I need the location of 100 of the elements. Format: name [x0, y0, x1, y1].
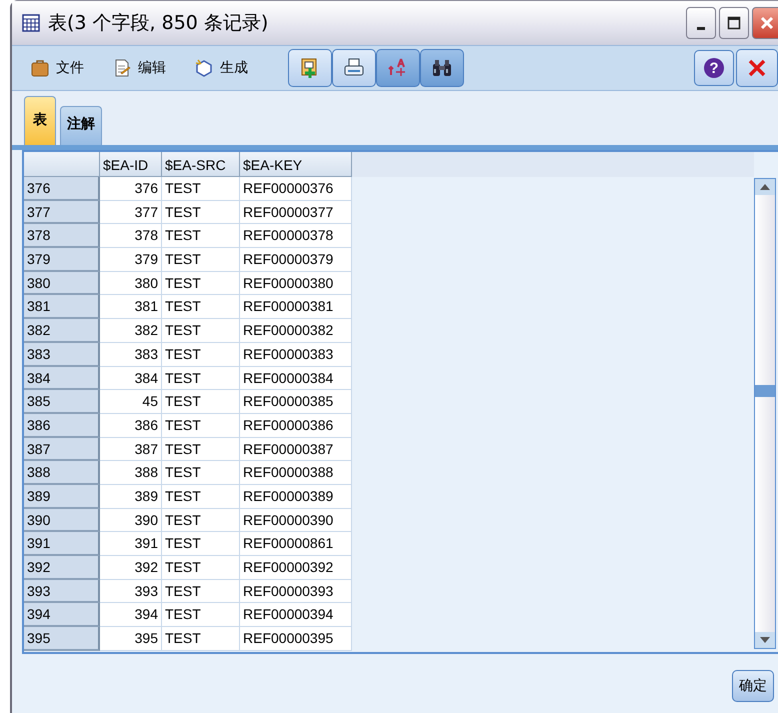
row-header[interactable]: 388	[24, 461, 100, 485]
table-cell: TEST	[162, 580, 240, 604]
row-header[interactable]: 387	[24, 438, 100, 462]
menu-item[interactable]: 编辑	[110, 56, 168, 80]
row-header[interactable]: 392	[24, 556, 100, 580]
table-cell: 392	[100, 556, 162, 580]
printer-button[interactable]	[332, 49, 376, 87]
row-header[interactable]: 391	[24, 532, 100, 556]
row-header[interactable]: 381	[24, 295, 100, 320]
scroll-up-icon[interactable]	[760, 184, 770, 190]
table-cell: 377	[100, 200, 162, 224]
table-cell: TEST	[162, 224, 240, 248]
column-header[interactable]: $EA-SRC	[162, 152, 240, 177]
table-cell: TEST	[162, 200, 240, 224]
table-cell: 387	[100, 438, 162, 462]
table-cell: REF00000376	[240, 177, 352, 201]
ok-button[interactable]: 确定	[732, 670, 774, 702]
row-header[interactable]: 393	[24, 580, 100, 604]
hexagon-icon	[194, 58, 214, 78]
table-cell: REF00000386	[240, 414, 352, 438]
table-cell: 378	[100, 224, 162, 248]
row-header[interactable]: 389	[24, 484, 100, 509]
table-cell: REF00000861	[240, 532, 352, 556]
maximize-button[interactable]	[719, 7, 749, 39]
table-cell: 386	[100, 414, 162, 438]
close-button[interactable]	[752, 7, 778, 39]
table-cell: TEST	[162, 484, 240, 509]
table-cell: 379	[100, 248, 162, 272]
row-header[interactable]: 384	[24, 366, 100, 390]
table-cell: 395	[100, 627, 162, 651]
table-cell: TEST	[162, 603, 240, 628]
binoculars-button[interactable]	[420, 49, 464, 87]
close-icon	[747, 58, 767, 78]
table-cell: TEST	[162, 508, 240, 532]
briefcase-icon	[30, 58, 50, 78]
table-cell: TEST	[162, 248, 240, 272]
row-header[interactable]: 378	[24, 224, 100, 248]
table-cell: 45	[100, 390, 162, 414]
table-cell: TEST	[162, 177, 240, 201]
help-button[interactable]: ?	[694, 50, 734, 86]
table-cell: REF00000378	[240, 224, 352, 248]
tab[interactable]: 表	[24, 96, 56, 145]
column-header[interactable]: $EA-KEY	[240, 152, 352, 177]
scroll-down-icon[interactable]	[760, 637, 770, 643]
close-icon	[760, 16, 774, 30]
table-cell: 394	[100, 603, 162, 628]
add-table-button[interactable]	[288, 49, 332, 87]
table-cell: REF00000388	[240, 461, 352, 485]
table-cell: 381	[100, 295, 162, 320]
table-cell: REF00000394	[240, 603, 352, 628]
table-cell: TEST	[162, 272, 240, 296]
row-header[interactable]: 390	[24, 508, 100, 532]
row-header[interactable]: 385	[24, 390, 100, 414]
scroll-thumb[interactable]	[755, 385, 775, 397]
column-header[interactable]: $EA-ID	[100, 152, 162, 177]
table-cell: REF00000377	[240, 200, 352, 224]
table-cell: REF00000389	[240, 484, 352, 509]
tab[interactable]: 注解	[60, 106, 102, 145]
row-header[interactable]: 376	[24, 177, 100, 201]
menu-item[interactable]: 文件	[28, 56, 86, 80]
table-cell: TEST	[162, 390, 240, 414]
table-cell: REF00000387	[240, 438, 352, 462]
minimize-icon	[697, 26, 705, 30]
table-cell: 391	[100, 532, 162, 556]
row-header[interactable]: 382	[24, 319, 100, 343]
row-header[interactable]: 383	[24, 342, 100, 366]
table-cell: REF00000380	[240, 272, 352, 296]
table-cell: TEST	[162, 627, 240, 651]
table-cell: TEST	[162, 556, 240, 580]
table-cell: REF00000384	[240, 366, 352, 390]
table-cell: TEST	[162, 414, 240, 438]
row-header[interactable]: 394	[24, 603, 100, 628]
table-cell: TEST	[162, 461, 240, 485]
table-cell: REF00000395	[240, 627, 352, 651]
maximize-icon	[727, 16, 741, 30]
table-cell: REF00000381	[240, 295, 352, 320]
row-header[interactable]: 395	[24, 627, 100, 651]
row-header[interactable]: 386	[24, 414, 100, 438]
table-cell: 384	[100, 366, 162, 390]
minimize-button[interactable]	[686, 7, 716, 39]
row-header[interactable]: 380	[24, 272, 100, 296]
close-button[interactable]	[736, 49, 778, 87]
table-cell: REF00000390	[240, 508, 352, 532]
binoculars-icon	[431, 57, 453, 79]
table-cell: TEST	[162, 342, 240, 366]
table-cell: REF00000392	[240, 556, 352, 580]
row-header[interactable]: 379	[24, 248, 100, 272]
table-icon	[22, 14, 40, 32]
table-cell: 388	[100, 461, 162, 485]
table-cell: 382	[100, 319, 162, 343]
table-cell: TEST	[162, 532, 240, 556]
row-header[interactable]: 377	[24, 200, 100, 224]
window-title: 表(3 个字段, 850 条记录)	[48, 11, 270, 36]
menu-item[interactable]: 生成	[192, 56, 250, 80]
table-cell: TEST	[162, 366, 240, 390]
table-cell: REF00000383	[240, 342, 352, 366]
scrollbar[interactable]	[754, 178, 776, 649]
table-cell: REF00000393	[240, 580, 352, 604]
table-cell: 383	[100, 342, 162, 366]
table-cell: 376	[100, 177, 162, 201]
